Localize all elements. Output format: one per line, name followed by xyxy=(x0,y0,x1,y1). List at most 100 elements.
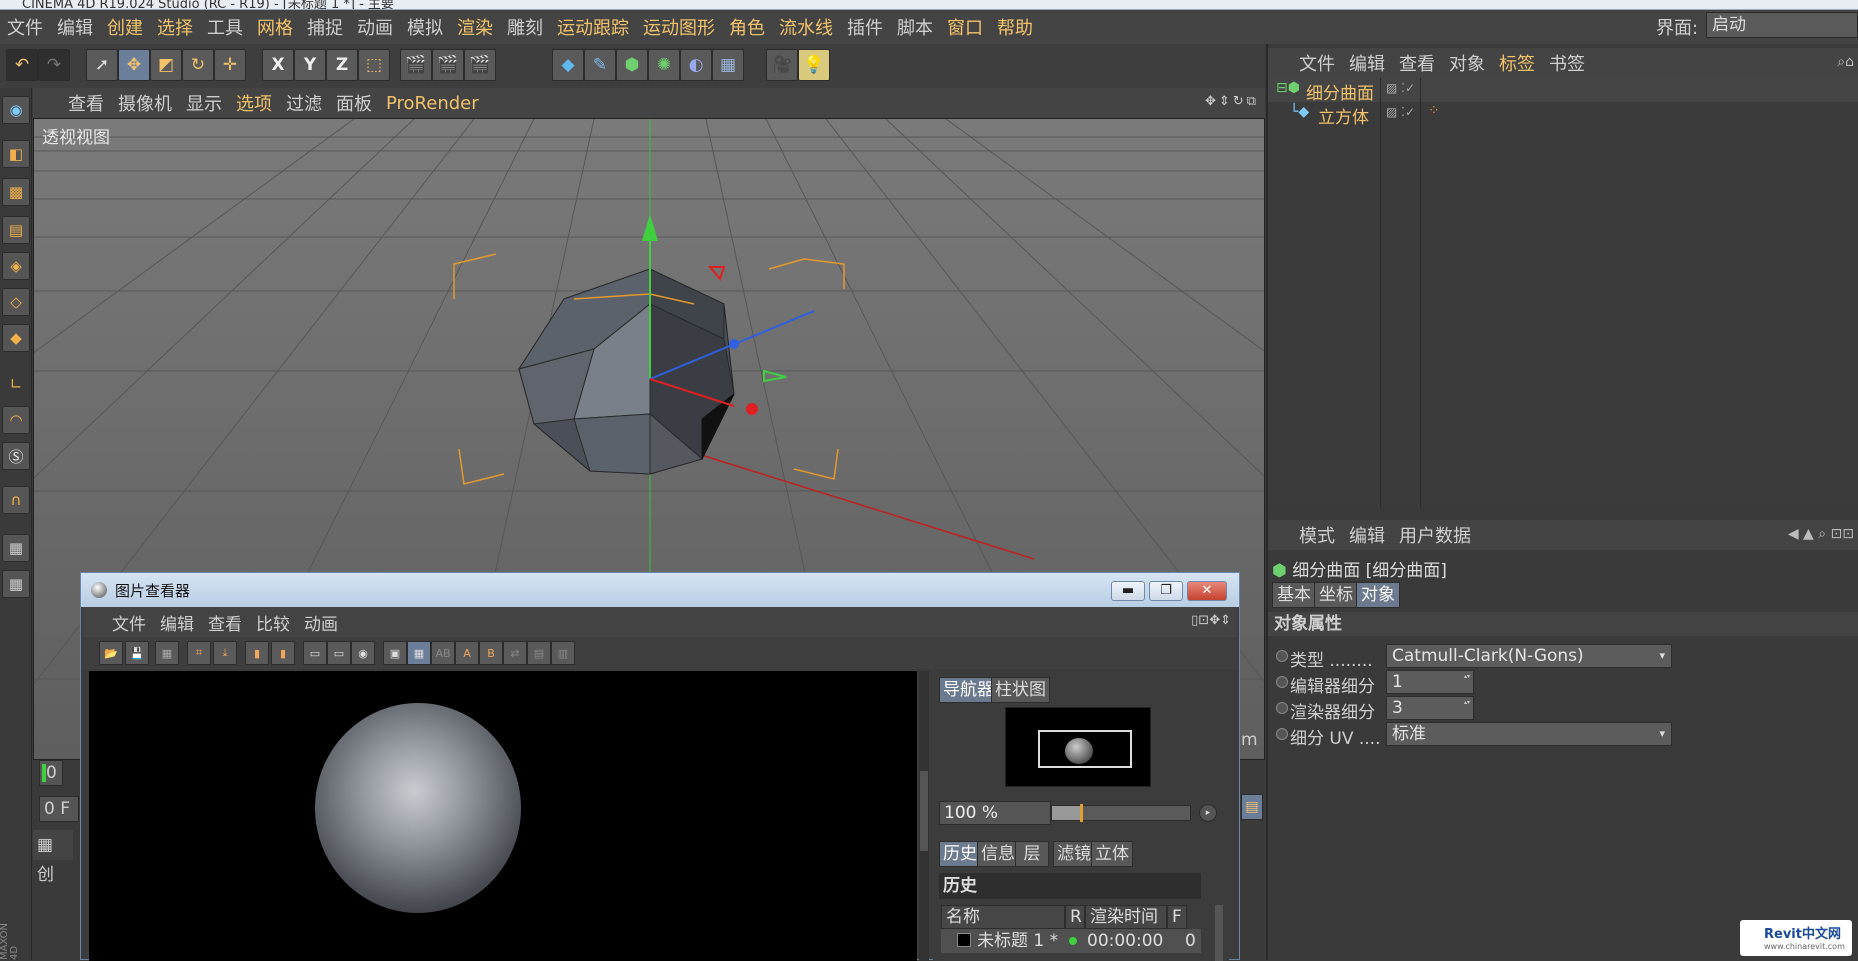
viewport-menu-item-5[interactable]: 面板 xyxy=(329,90,379,116)
coordinate-system-icon[interactable]: ⬚ xyxy=(358,49,390,81)
menu-item-4[interactable]: 工具 xyxy=(200,14,250,40)
redo-icon[interactable]: ↷ xyxy=(38,49,70,81)
texture-mode-icon[interactable]: ▩ xyxy=(2,178,30,206)
tweak-mode-icon[interactable]: ◠ xyxy=(2,406,30,434)
menu-item-2[interactable]: 创建 xyxy=(100,14,150,40)
object-row-cube[interactable]: └◆ 立方体 ▨ ⁚✓ ⁘ xyxy=(1268,102,1858,128)
tab-histogram[interactable]: 柱状图 xyxy=(991,677,1050,703)
transform-icon[interactable]: ✛ xyxy=(214,49,246,81)
tab-basic[interactable]: 基本 xyxy=(1272,582,1316,608)
search-icon[interactable]: ⌕⌂ xyxy=(1837,54,1854,70)
tag-icon[interactable]: ⁘ xyxy=(1428,103,1440,119)
layout-controls-icon[interactable]: ▯⊡✥⇕ xyxy=(1191,613,1231,628)
render-stop-icon[interactable]: ▮ xyxy=(245,641,269,665)
animation-dot-icon[interactable] xyxy=(1276,702,1288,714)
object-manager-menu-item-1[interactable]: 编辑 xyxy=(1342,50,1392,76)
start-frame-field[interactable]: 0 F xyxy=(39,796,79,822)
nav-arrows-icon[interactable]: ◀ ▲ ⌕ ⊡⊡ xyxy=(1788,526,1854,542)
editor-subdivision-spinner[interactable]: 1 xyxy=(1386,670,1474,694)
viewport-nav-controls-icon[interactable]: ✥⇕↻⧉ xyxy=(1205,94,1259,109)
tab-layers[interactable]: 层 xyxy=(1015,841,1049,867)
picture-viewer-menu-item-3[interactable]: 比较 xyxy=(249,610,297,635)
viewport-menu-item-2[interactable]: 显示 xyxy=(179,90,229,116)
open-file-icon[interactable]: 📂 xyxy=(99,641,123,665)
object-manager-menu-item-4[interactable]: 标签 xyxy=(1492,50,1542,76)
menu-item-8[interactable]: 模拟 xyxy=(400,14,450,40)
interface-layout-select[interactable]: 启动 xyxy=(1706,12,1858,38)
attribute-manager-menu-item-1[interactable]: 编辑 xyxy=(1342,522,1392,548)
save-file-icon[interactable]: 💾 xyxy=(125,641,149,665)
menu-item-9[interactable]: 渲染 xyxy=(450,14,500,40)
select-arrow-icon[interactable]: ➚ xyxy=(86,49,118,81)
history-row[interactable]: 未标题 1 * 00:00:00 0 xyxy=(941,929,1201,953)
menu-item-6[interactable]: 捕捉 xyxy=(300,14,350,40)
play-icon[interactable]: ▸ xyxy=(1199,804,1217,822)
y-axis-icon[interactable]: Y xyxy=(294,49,326,81)
set-a-icon[interactable]: A xyxy=(455,641,479,665)
planar-workplane-icon[interactable]: ▦ xyxy=(2,570,30,598)
history-scrollbar[interactable] xyxy=(1215,905,1223,961)
object-manager-menu-item-2[interactable]: 查看 xyxy=(1392,50,1442,76)
menu-item-3[interactable]: 选择 xyxy=(150,14,200,40)
ab-compare-icon[interactable]: ▣ xyxy=(383,641,407,665)
split-compare-icon[interactable]: ▦ xyxy=(407,641,431,665)
zoom-field[interactable]: 100 % xyxy=(939,801,1051,825)
animation-dot-icon[interactable] xyxy=(1276,650,1288,662)
viewport-menu-item-0[interactable]: 查看 xyxy=(61,90,111,116)
z-axis-icon[interactable]: Z xyxy=(326,49,358,81)
magnet-icon[interactable]: ∩ xyxy=(2,486,30,514)
picture-viewer-menu-item-1[interactable]: 编辑 xyxy=(153,610,201,635)
menu-item-14[interactable]: 流水线 xyxy=(772,14,840,40)
object-row-subdivision[interactable]: ⊟⬢ 细分曲面 ▨ ⁚✓ xyxy=(1268,78,1858,104)
swap-icon[interactable]: ⇄ xyxy=(503,641,527,665)
history-col-render-time[interactable]: 渲染时间 xyxy=(1085,905,1167,929)
picture-viewer-menu-item-4[interactable]: 动画 xyxy=(297,610,345,635)
edit-render-settings-icon[interactable]: 🎬 xyxy=(464,49,496,81)
animation-dot-icon[interactable] xyxy=(1276,676,1288,688)
visibility-toggle-icon[interactable]: ▨ ⁚✓ xyxy=(1386,105,1415,119)
zoom-slider[interactable] xyxy=(1051,804,1191,822)
sphere-preview-icon[interactable]: ◉ xyxy=(351,641,375,665)
x-axis-handle[interactable] xyxy=(746,403,758,415)
viewport-menu-item-3[interactable]: 选项 xyxy=(229,90,279,116)
region-icon[interactable]: ▭ xyxy=(303,641,327,665)
snap-icon[interactable]: Ⓢ xyxy=(2,442,30,470)
attribute-manager-menu-item-2[interactable]: 用户数据 xyxy=(1392,522,1478,548)
tab-history[interactable]: 历史 xyxy=(939,841,981,867)
viewport-menu-item-4[interactable]: 过滤 xyxy=(279,90,329,116)
animation-dot-icon[interactable] xyxy=(1276,728,1288,740)
model-mode-icon[interactable]: ◧ xyxy=(2,140,30,168)
menu-item-10[interactable]: 雕刻 xyxy=(500,14,550,40)
rotate-icon[interactable]: ↻ xyxy=(182,49,214,81)
set-b-icon[interactable]: B xyxy=(479,641,503,665)
object-manager-menu-item-3[interactable]: 对象 xyxy=(1442,50,1492,76)
cloner-icon[interactable]: ✺ xyxy=(648,49,680,81)
make-editable-icon[interactable]: ◉ xyxy=(2,96,30,124)
export-icon[interactable]: ⤓ xyxy=(213,641,237,665)
menu-item-17[interactable]: 窗口 xyxy=(940,14,990,40)
tab-object[interactable]: 对象 xyxy=(1356,582,1400,608)
visibility-toggle-icon[interactable]: ▨ ⁚✓ xyxy=(1386,81,1415,95)
render-active-icon[interactable]: ▮ xyxy=(271,641,295,665)
camera-icon[interactable]: 🎥 xyxy=(766,49,798,81)
z-axis-handle[interactable] xyxy=(729,339,739,349)
overlay-icon[interactable]: ▥ xyxy=(551,641,575,665)
menu-item-7[interactable]: 动画 xyxy=(350,14,400,40)
renderer-subdivision-spinner[interactable]: 3 xyxy=(1386,696,1474,720)
tab-navigator[interactable]: 导航器 xyxy=(939,677,998,703)
history-col-r[interactable]: R xyxy=(1065,905,1085,929)
picture-viewer-titlebar[interactable]: 图片查看器 ▬ ❐ ✕ xyxy=(81,573,1239,607)
edges-mode-icon[interactable]: ◇ xyxy=(2,288,30,316)
canvas-scrollbar[interactable] xyxy=(919,671,929,961)
menu-item-16[interactable]: 脚本 xyxy=(890,14,940,40)
render-picture-viewer-icon[interactable]: 🎬 xyxy=(432,49,464,81)
type-dropdown[interactable]: Catmull-Clark(N-Gons) xyxy=(1386,644,1672,668)
undo-icon[interactable]: ↶ xyxy=(6,49,38,81)
axis-mode-icon[interactable]: ∟ xyxy=(2,370,30,398)
move-icon[interactable]: ✥ xyxy=(118,49,150,81)
subdivide-uv-dropdown[interactable]: 标准 xyxy=(1386,722,1672,746)
minimize-button[interactable]: ▬ xyxy=(1111,581,1145,601)
timeline-key-icon[interactable]: ▤ xyxy=(1241,794,1263,820)
menu-item-18[interactable]: 帮助 xyxy=(990,14,1040,40)
tab-info[interactable]: 信息 xyxy=(977,841,1019,867)
